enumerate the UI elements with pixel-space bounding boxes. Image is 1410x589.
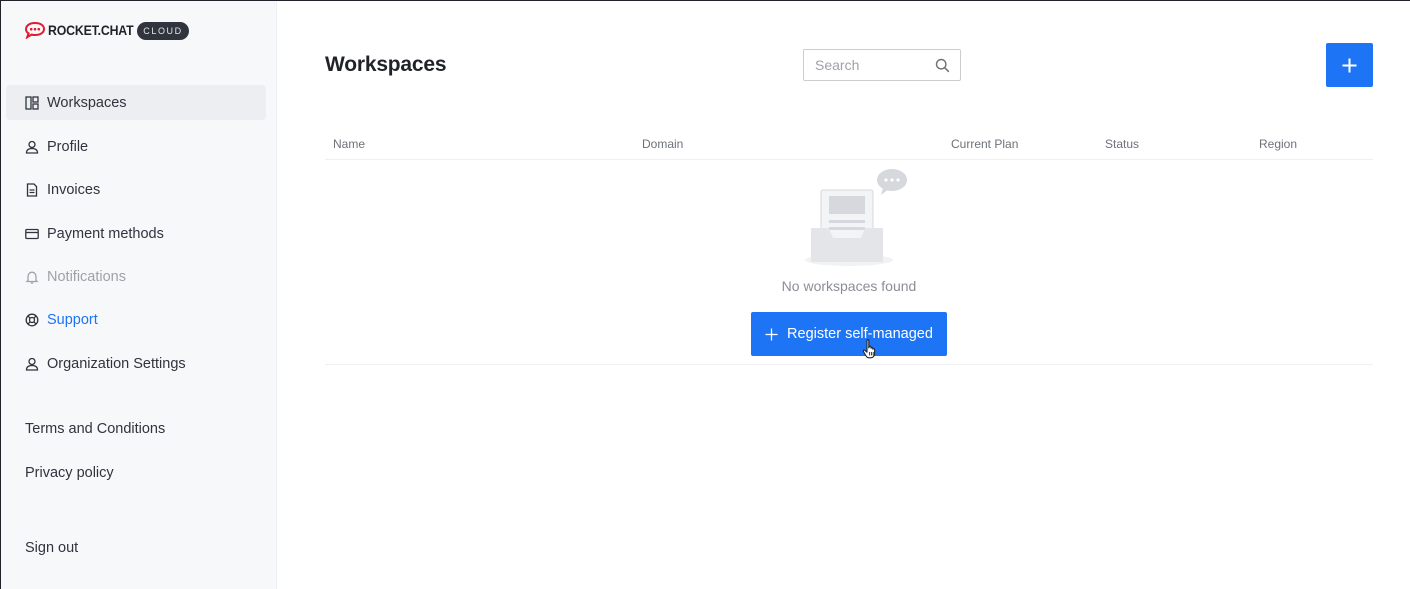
sidebar-item-notifications: Notifications (6, 259, 266, 294)
sidebar-item-label: Invoices (47, 181, 101, 198)
sidebar-item-label: Support (47, 311, 98, 328)
add-workspace-button[interactable] (1326, 43, 1373, 87)
sidebar-item-profile[interactable]: Profile (6, 129, 266, 164)
workspaces-table-header: Name Domain Current Plan Status Region (325, 129, 1373, 160)
register-button-label: Register self-managed (787, 326, 933, 342)
sign-out-link[interactable]: Sign out (25, 540, 78, 556)
search-input[interactable] (815, 57, 933, 73)
sidebar-item-organization-settings[interactable]: Organization Settings (6, 346, 266, 381)
empty-inbox-icon (805, 169, 907, 266)
sidebar-item-label: Workspaces (47, 94, 127, 111)
workspaces-icon (25, 95, 39, 110)
register-self-managed-button[interactable]: Register self-managed (751, 312, 947, 356)
sidebar-item-label: Payment methods (47, 225, 164, 242)
empty-state: No workspaces found Register self-manage… (325, 160, 1373, 365)
user-icon (25, 140, 39, 154)
document-icon (26, 182, 38, 197)
search-icon[interactable] (935, 58, 950, 73)
sidebar-item-label: Profile (47, 138, 89, 155)
sidebar-item-support[interactable]: Support (6, 302, 266, 337)
credit-card-icon (25, 228, 39, 239)
column-header-domain[interactable]: Domain (642, 137, 683, 151)
plus-icon (1342, 58, 1357, 72)
sidebar-item-payment-methods[interactable]: Payment methods (6, 216, 266, 251)
app-window: ROCKET.CHAT CLOUD Workspaces Profile Inv… (0, 0, 1410, 589)
sidebar-item-workspaces[interactable]: Workspaces (6, 85, 266, 120)
lifebuoy-icon (25, 313, 39, 326)
sidebar-item-label: Organization Settings (47, 355, 186, 372)
search-field[interactable] (803, 49, 961, 81)
bell-icon (25, 271, 39, 284)
column-header-current-plan[interactable]: Current Plan (951, 137, 1018, 151)
page-title: Workspaces (325, 53, 447, 76)
rocket-chat-logo-icon (24, 21, 46, 39)
brand-name: ROCKET.CHAT (48, 22, 134, 38)
column-header-name[interactable]: Name (333, 137, 365, 151)
terms-link[interactable]: Terms and Conditions (25, 421, 165, 437)
user-icon (25, 357, 39, 371)
hand-cursor-icon (862, 339, 876, 359)
cloud-badge: CLOUD (137, 22, 189, 40)
column-header-region[interactable]: Region (1259, 137, 1297, 151)
sidebar-item-label: Notifications (47, 268, 126, 285)
privacy-policy-link[interactable]: Privacy policy (25, 465, 114, 481)
sidebar-item-invoices[interactable]: Invoices (6, 172, 266, 207)
empty-state-message: No workspaces found (781, 278, 917, 294)
sidebar: ROCKET.CHAT CLOUD Workspaces Profile Inv… (1, 1, 277, 589)
plus-icon (765, 328, 778, 340)
column-header-status[interactable]: Status (1105, 137, 1139, 151)
brand-logo[interactable]: ROCKET.CHAT (24, 21, 145, 39)
